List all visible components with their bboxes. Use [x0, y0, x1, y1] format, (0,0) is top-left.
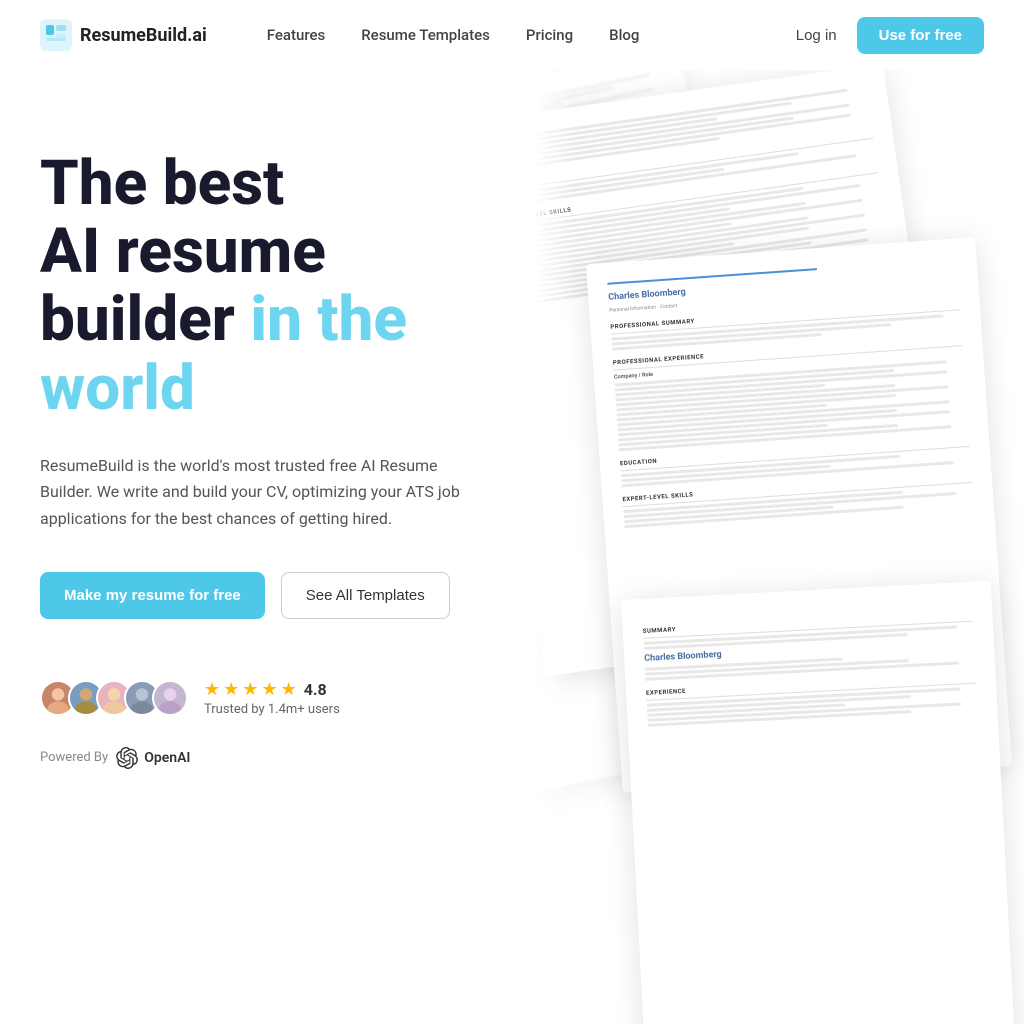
social-proof: ★ ★ ★ ★ ★ 4.8 Trusted by 1.4m+ users	[40, 679, 470, 717]
make-resume-button[interactable]: Make my resume for free	[40, 572, 265, 619]
star-rating: ★ ★ ★ ★ ★ 4.8	[204, 679, 340, 700]
hero-title: The best AI resume builder in the world	[40, 150, 470, 423]
nav-link-features[interactable]: Features	[267, 26, 325, 44]
openai-badge: OpenAI	[116, 747, 190, 769]
hero-buttons: Make my resume for free See All Template…	[40, 572, 470, 619]
trusted-text: Trusted by 1.4m+ users	[204, 702, 340, 717]
openai-text: OpenAI	[144, 750, 190, 766]
star-5: ★	[281, 679, 297, 700]
hero-section: The best AI resume builder in the world …	[0, 70, 1024, 1024]
resume-page-bottom: SUMMARY Charles Bloomberg EXPERIENCE	[621, 581, 1017, 1024]
logo[interactable]: ResumeBuild.ai	[40, 19, 207, 51]
resume-preview: EDUCATION EXPERT-LEVEL SKILLS	[474, 70, 1024, 1024]
star-4: ★	[261, 679, 277, 700]
powered-by: Powered By OpenAI	[40, 747, 470, 769]
gradient-overlay	[474, 70, 574, 1024]
use-free-button[interactable]: Use for free	[857, 17, 984, 54]
nav-links: Features Resume Templates Pricing Blog	[267, 26, 796, 44]
star-3: ★	[242, 679, 258, 700]
hero-right: EDUCATION EXPERT-LEVEL SKILLS	[474, 70, 1024, 1024]
hero-description: ResumeBuild is the world's most trusted …	[40, 453, 470, 532]
see-templates-button[interactable]: See All Templates	[281, 572, 450, 619]
avatar-5	[152, 680, 188, 716]
rating-number: 4.8	[304, 680, 327, 699]
login-button[interactable]: Log in	[796, 27, 837, 44]
nav-link-pricing[interactable]: Pricing	[526, 26, 573, 44]
star-1: ★	[204, 679, 220, 700]
nav-right: Log in Use for free	[796, 17, 984, 54]
user-avatars	[40, 680, 188, 716]
logo-text: ResumeBuild.ai	[80, 25, 207, 46]
nav-link-blog[interactable]: Blog	[609, 26, 639, 44]
logo-icon	[40, 19, 72, 51]
openai-icon	[116, 747, 138, 769]
navbar: ResumeBuild.ai Features Resume Templates…	[0, 0, 1024, 70]
hero-left: The best AI resume builder in the world …	[0, 70, 510, 1024]
star-2: ★	[223, 679, 239, 700]
powered-label: Powered By	[40, 750, 108, 765]
rating-block: ★ ★ ★ ★ ★ 4.8 Trusted by 1.4m+ users	[204, 679, 340, 717]
nav-link-templates[interactable]: Resume Templates	[361, 26, 490, 44]
